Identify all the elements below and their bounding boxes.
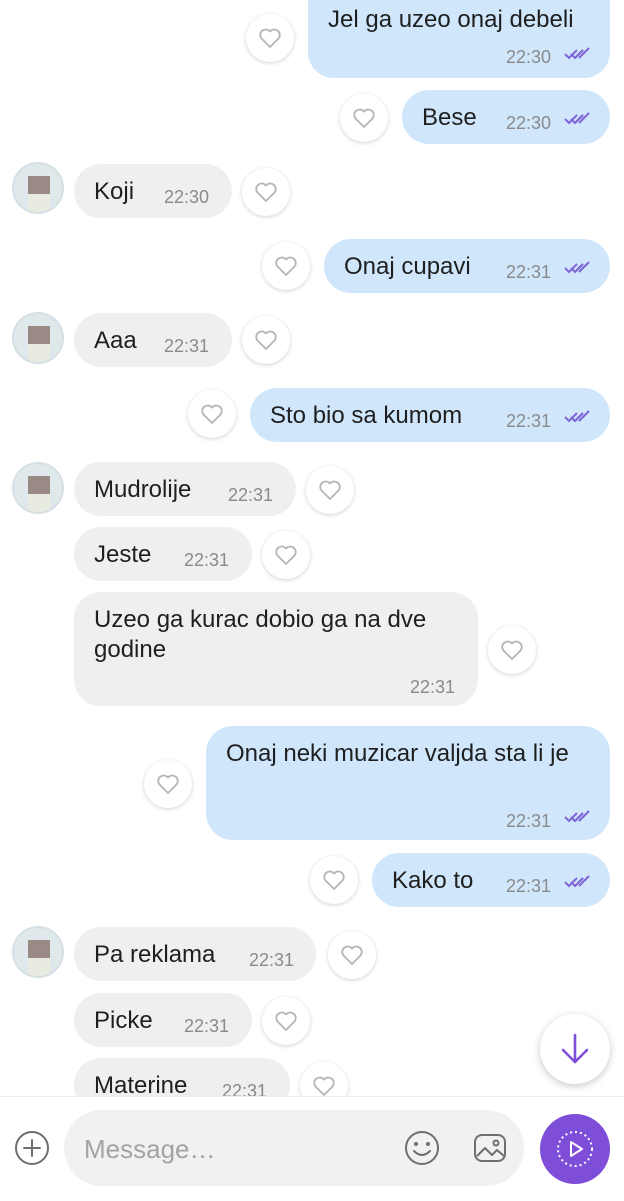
heart-outline-icon <box>313 1076 335 1096</box>
heart-outline-icon <box>259 28 281 48</box>
message-text: Pa reklama <box>94 941 216 968</box>
heart-outline-icon <box>501 640 523 660</box>
message-bubble-incoming[interactable]: Jeste 22:31 <box>74 527 252 581</box>
heart-outline-icon <box>341 945 363 965</box>
message-text: Kako to <box>392 867 474 894</box>
message-text: Aaa <box>94 327 137 354</box>
message-time: 22:31 <box>249 950 295 970</box>
like-button[interactable] <box>300 1062 348 1096</box>
message-text: Uzeo ga kurac dobio ga na dve godine <box>94 606 427 663</box>
message-time: 22:31 <box>506 411 552 431</box>
message-text: Jeste <box>94 541 152 568</box>
message-bubble-incoming[interactable]: Uzeo ga kurac dobio ga na dve godine 22:… <box>74 592 478 706</box>
message-bubble-incoming[interactable]: Mudrolije 22:31 <box>74 462 296 516</box>
like-button[interactable] <box>262 242 310 290</box>
message-bubble-outgoing[interactable]: Bese 22:30 <box>402 90 610 144</box>
scroll-to-bottom-button[interactable] <box>540 1014 610 1084</box>
message-time: 22:31 <box>506 876 552 896</box>
message-bubble-outgoing[interactable]: Jel ga uzeo onaj debeli 22:30 <box>308 0 610 78</box>
message-time: 22:31 <box>184 1016 230 1036</box>
gallery-button[interactable] <box>470 1128 510 1168</box>
double-check-icon <box>564 47 590 60</box>
smiley-icon <box>405 1131 439 1165</box>
like-button[interactable] <box>188 390 236 438</box>
message-time: 22:31 <box>164 336 210 356</box>
message-time: 22:31 <box>506 811 552 831</box>
message-text: Sto bio sa kumom <box>270 402 463 429</box>
double-check-icon <box>564 261 590 274</box>
like-button[interactable] <box>340 94 388 142</box>
double-check-icon <box>564 410 590 423</box>
message-bubble-outgoing[interactable]: Sto bio sa kumom 22:31 <box>250 388 610 442</box>
message-text: Mudrolije <box>94 476 192 503</box>
message-text: Onaj neki muzicar valjda sta li je <box>226 740 569 767</box>
emoji-button[interactable] <box>402 1128 442 1168</box>
double-check-icon <box>564 112 590 125</box>
heart-outline-icon <box>157 774 179 794</box>
message-bubble-outgoing[interactable]: Onaj cupavi 22:31 <box>324 239 610 293</box>
contact-avatar[interactable] <box>12 312 64 364</box>
message-time: 22:30 <box>506 47 552 67</box>
heart-outline-icon <box>275 256 297 276</box>
like-button[interactable] <box>242 168 290 216</box>
message-bubble-incoming[interactable]: Pa reklama 22:31 <box>74 927 316 981</box>
message-time: 22:31 <box>228 485 274 505</box>
message-time: 22:31 <box>506 262 552 282</box>
heart-outline-icon <box>275 1011 297 1031</box>
like-button[interactable] <box>144 760 192 808</box>
message-time: 22:31 <box>410 677 456 697</box>
message-bubble-incoming[interactable]: Aaa 22:31 <box>74 313 232 367</box>
message-bubble-incoming[interactable]: Materine 22:31 <box>74 1058 290 1096</box>
like-button[interactable] <box>262 531 310 579</box>
message-bubble-incoming[interactable]: Picke 22:31 <box>74 993 252 1047</box>
message-time: 22:31 <box>222 1081 268 1096</box>
like-button[interactable] <box>242 316 290 364</box>
message-input[interactable] <box>82 1128 386 1170</box>
message-text: Koji <box>94 178 135 205</box>
play-circle-icon <box>557 1131 593 1167</box>
message-text: Bese <box>422 104 477 131</box>
heart-outline-icon <box>319 480 341 500</box>
message-bubble-outgoing[interactable]: Onaj neki muzicar valjda sta li je 22:31 <box>206 726 610 840</box>
contact-avatar[interactable] <box>12 462 64 514</box>
arrow-down-icon <box>561 1033 589 1064</box>
contact-avatar[interactable] <box>12 926 64 978</box>
message-text: Onaj cupavi <box>344 253 471 280</box>
message-time: 22:30 <box>164 187 210 207</box>
like-button[interactable] <box>328 931 376 979</box>
send-button[interactable] <box>540 1114 610 1184</box>
double-check-icon <box>564 810 590 823</box>
message-field[interactable] <box>64 1110 524 1186</box>
double-check-icon <box>564 875 590 888</box>
like-button[interactable] <box>246 14 294 62</box>
heart-outline-icon <box>323 870 345 890</box>
message-bubble-incoming[interactable]: Koji 22:30 <box>74 164 232 218</box>
like-button[interactable] <box>488 626 536 674</box>
message-text: Picke <box>94 1007 153 1034</box>
like-button[interactable] <box>306 466 354 514</box>
chat-history[interactable]: Jel ga uzeo onaj debeli 22:30 Bese 22:30… <box>0 0 624 1096</box>
message-time: 22:31 <box>184 550 230 570</box>
heart-outline-icon <box>255 330 277 350</box>
image-icon <box>474 1134 506 1162</box>
message-text: Materine <box>94 1072 188 1096</box>
like-button[interactable] <box>310 856 358 904</box>
message-bubble-outgoing[interactable]: Kako to 22:31 <box>372 853 610 907</box>
heart-outline-icon <box>353 108 375 128</box>
attach-button[interactable] <box>14 1130 50 1166</box>
contact-avatar[interactable] <box>12 162 64 214</box>
like-button[interactable] <box>262 997 310 1045</box>
plus-circle-icon <box>15 1131 49 1165</box>
heart-outline-icon <box>201 404 223 424</box>
message-time: 22:30 <box>506 113 552 133</box>
heart-outline-icon <box>275 545 297 565</box>
heart-outline-icon <box>255 182 277 202</box>
message-text: Jel ga uzeo onaj debeli <box>328 6 574 33</box>
